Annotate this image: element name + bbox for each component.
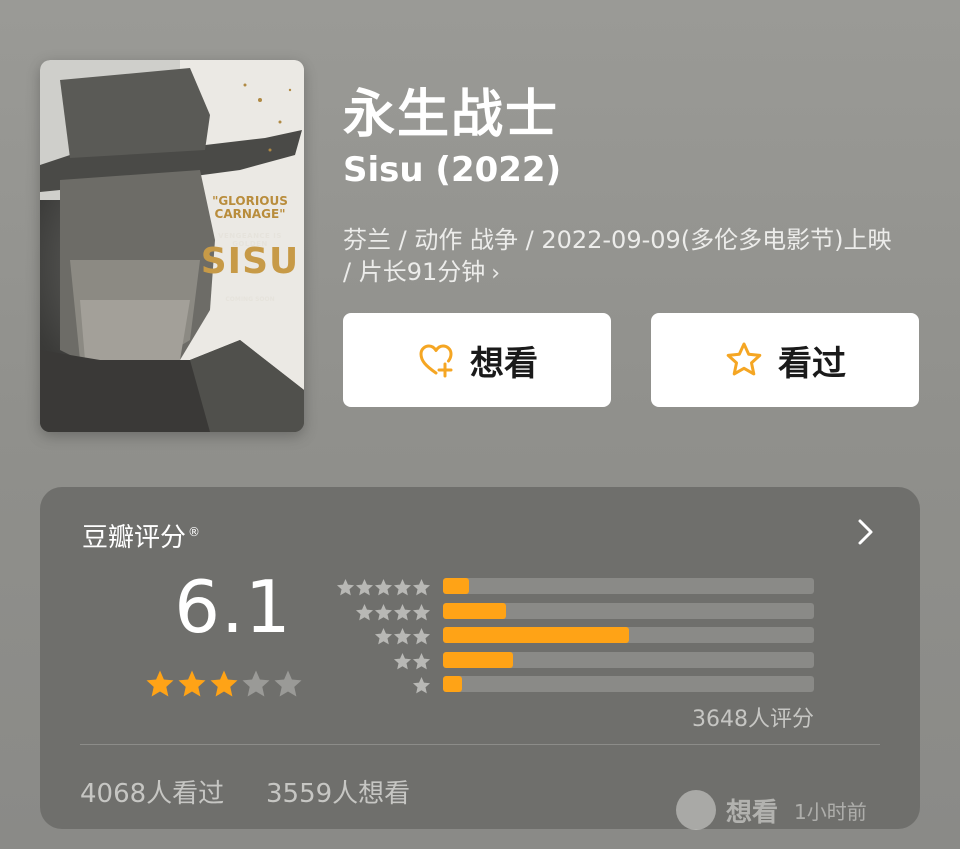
mini-star-icon bbox=[412, 676, 431, 694]
rating-divider bbox=[80, 744, 880, 745]
watermark: 想看 1小时前 bbox=[676, 790, 867, 830]
distribution-bar-fill bbox=[443, 651, 514, 668]
distribution-stars bbox=[393, 652, 431, 671]
distribution-bar-fill bbox=[443, 578, 469, 594]
mini-star-icon bbox=[355, 603, 374, 620]
star-outline-icon bbox=[724, 340, 764, 380]
mini-star-icon bbox=[374, 627, 393, 645]
watermark-text: 想看 bbox=[726, 797, 779, 828]
star-filled-icon bbox=[178, 670, 206, 697]
meta-chevron-icon: › bbox=[491, 261, 501, 286]
rating-score: 6.1 bbox=[174, 565, 292, 649]
poster-title: SISU bbox=[200, 241, 300, 282]
rating-section-title: 豆瓣评分 ® bbox=[82, 517, 200, 554]
want-count[interactable]: 3559人想看 bbox=[266, 773, 410, 810]
mini-star-icon bbox=[412, 652, 431, 669]
movie-meta-text: 芬兰 / 动作 战争 / 2022-09-09(多伦多电影节)上映 / 片长91… bbox=[343, 226, 892, 286]
rating-title-text: 豆瓣评分 bbox=[82, 523, 187, 553]
movie-detail-page: "GLORIOUS CARNAGE" VENGEANCE IS GOLDEN S… bbox=[0, 0, 960, 849]
mini-star-icon bbox=[393, 578, 412, 596]
want-button-label: 想看 bbox=[470, 344, 538, 383]
poster-quote: "GLORIOUS CARNAGE" bbox=[212, 194, 288, 221]
distribution-bar-track bbox=[443, 602, 814, 619]
star-filled-icon bbox=[210, 670, 238, 697]
poster-coming-soon: COMING SOON bbox=[225, 296, 275, 303]
distribution-bar-track bbox=[443, 676, 814, 692]
mini-star-icon bbox=[393, 603, 412, 620]
distribution-bar-track bbox=[443, 651, 814, 668]
watched-button-label: 看过 bbox=[778, 344, 846, 383]
star-filled-icon bbox=[146, 670, 174, 697]
heart-plus-icon bbox=[416, 340, 456, 380]
mini-star-icon bbox=[412, 627, 431, 645]
distribution-bar-fill bbox=[443, 627, 629, 643]
chevron-right-icon[interactable] bbox=[856, 517, 876, 547]
distribution-stars bbox=[336, 578, 431, 597]
distribution-stars bbox=[355, 603, 431, 622]
movie-meta-info[interactable]: 芬兰 / 动作 战争 / 2022-09-09(多伦多电影节)上映 / 片长91… bbox=[343, 224, 903, 290]
mini-star-icon bbox=[336, 578, 355, 596]
watermark-time: 1小时前 bbox=[794, 799, 867, 824]
distribution-bar-track bbox=[443, 627, 814, 643]
distribution-bar-fill bbox=[443, 676, 462, 692]
mini-star-icon bbox=[393, 652, 412, 669]
watched-button[interactable]: 看过 bbox=[651, 313, 919, 407]
distribution-stars bbox=[374, 627, 431, 646]
rating-card[interactable]: 豆瓣评分 ® 6.1 3648人评分 4068人看过 3559人想看 bbox=[40, 487, 920, 829]
mini-star-icon bbox=[393, 627, 412, 645]
star-empty-icon bbox=[274, 670, 302, 697]
distribution-stars bbox=[412, 676, 431, 695]
movie-poster[interactable]: "GLORIOUS CARNAGE" VENGEANCE IS GOLDEN S… bbox=[40, 60, 304, 432]
watermark-avatar bbox=[676, 790, 716, 830]
distribution-bar-fill bbox=[443, 602, 507, 619]
mini-star-icon bbox=[374, 578, 393, 596]
rating-stars bbox=[145, 669, 303, 699]
mini-star-icon bbox=[412, 603, 431, 620]
star-empty-icon bbox=[242, 670, 270, 697]
distribution-bar-track bbox=[443, 578, 814, 594]
movie-title-en: Sisu (2022) bbox=[343, 150, 562, 190]
mini-star-icon bbox=[374, 603, 393, 620]
registered-mark: ® bbox=[188, 525, 201, 540]
movie-title-cn: 永生战士 bbox=[343, 85, 560, 145]
seen-count[interactable]: 4068人看过 bbox=[80, 773, 224, 810]
mini-star-icon bbox=[412, 578, 431, 596]
want-to-watch-button[interactable]: 想看 bbox=[343, 313, 611, 407]
rating-count: 3648人评分 bbox=[692, 707, 814, 732]
mini-star-icon bbox=[355, 578, 374, 596]
